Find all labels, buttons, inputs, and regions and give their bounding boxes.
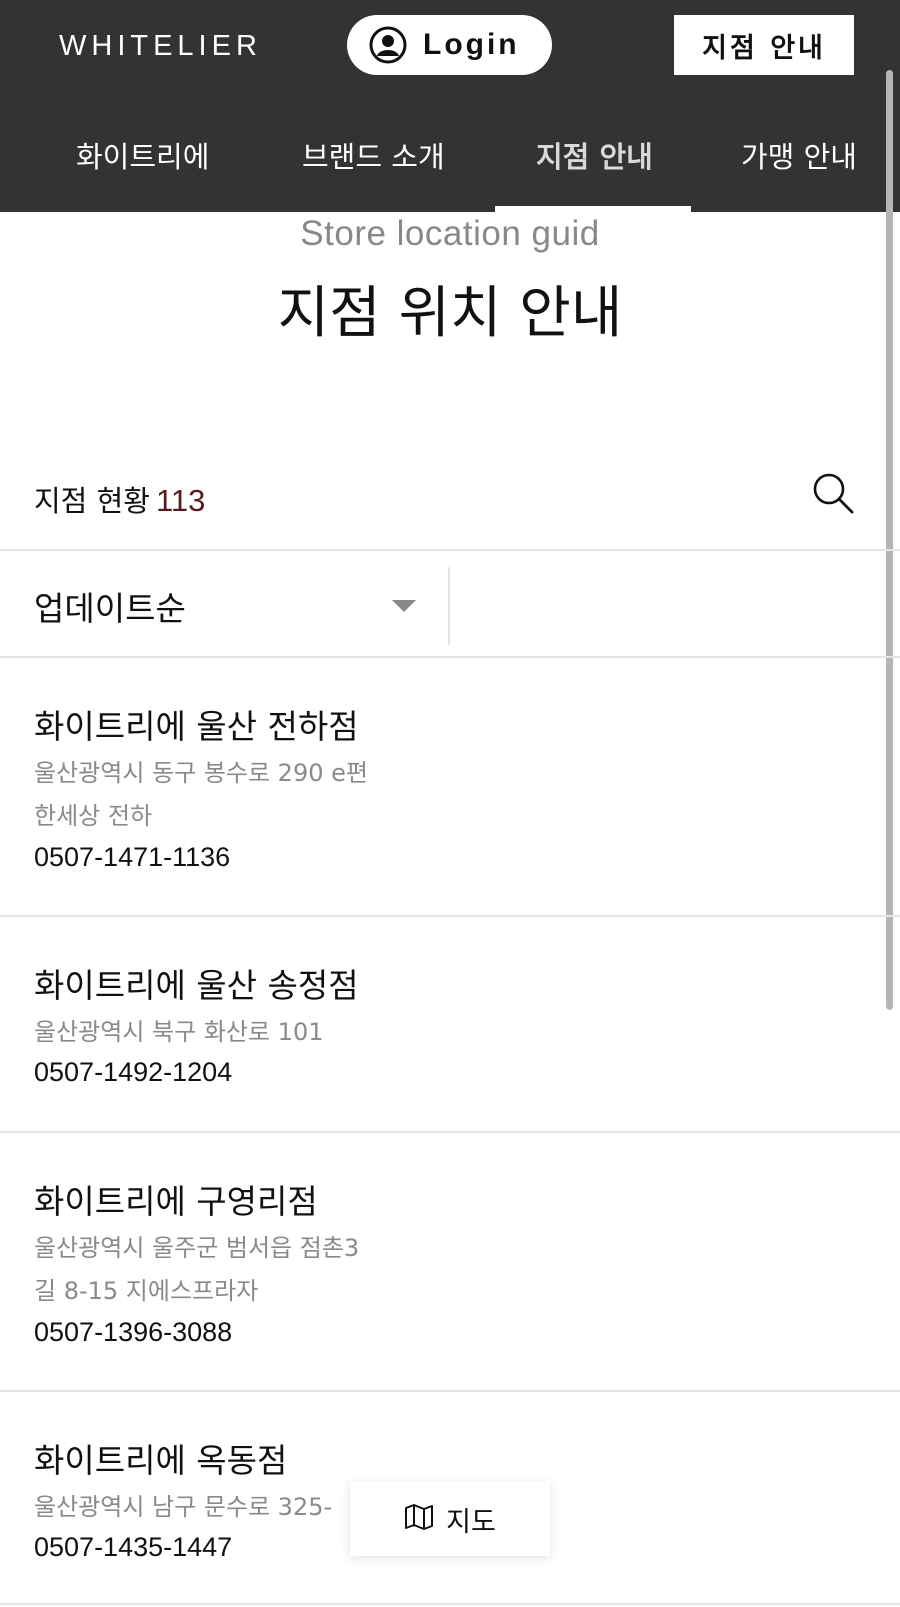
sort-select[interactable]: 업데이트순 xyxy=(0,552,450,656)
store-address: 울산광역시 동구 봉수로 290 e편 한세상 전하 xyxy=(34,752,404,838)
nav-item-franchise[interactable]: 가맹 안내 xyxy=(741,134,857,176)
store-list-item[interactable]: 화이트리에 울산 송정점 울산광역시 북구 화산로 101 0507-1492-… xyxy=(0,917,900,1131)
store-name: 화이트리에 울산 전하점 xyxy=(34,707,359,746)
store-guide-button[interactable]: 지점 안내 xyxy=(674,15,854,75)
store-address-line: 울산광역시 남구 문수로 325- xyxy=(34,1493,333,1521)
store-name: 화이트리에 구영리점 xyxy=(34,1182,318,1221)
store-address: 울산광역시 남구 문수로 325- xyxy=(34,1486,404,1529)
store-address-line: 울산광역시 울주군 범서읍 점촌3 xyxy=(34,1234,360,1262)
store-phone[interactable]: 0507-1435-1447 xyxy=(34,1532,232,1563)
divider xyxy=(0,1603,900,1605)
brand-logo[interactable]: WHITELIER xyxy=(59,30,262,63)
nav-active-indicator xyxy=(495,206,691,212)
header: WHITELIER Login 지점 안내 화이트리에 브랜드 소개 지점 안내… xyxy=(0,0,900,212)
store-name: 화이트리에 울산 송정점 xyxy=(34,966,359,1005)
store-count: 지점 현황 113 xyxy=(34,478,205,520)
sort-selected: 업데이트순 xyxy=(34,589,186,628)
store-address: 울산광역시 북구 화산로 101 xyxy=(34,1011,404,1054)
nav-item-brand[interactable]: 브랜드 소개 xyxy=(302,134,445,176)
page-title: 지점 위치 안내 xyxy=(277,281,623,346)
store-address-line: 울산광역시 북구 화산로 101 xyxy=(34,1018,324,1046)
login-label: Login xyxy=(423,28,520,61)
map-icon xyxy=(404,1503,434,1535)
nav-item-whitelier[interactable]: 화이트리에 xyxy=(76,134,209,176)
page: WHITELIER Login 지점 안내 화이트리에 브랜드 소개 지점 안내… xyxy=(0,0,900,1607)
store-phone[interactable]: 0507-1396-3088 xyxy=(34,1317,232,1348)
store-address-line: 길 8-15 지에스프라자 xyxy=(34,1277,259,1305)
login-button[interactable]: Login xyxy=(347,15,552,75)
store-address-line: 울산광역시 동구 봉수로 290 e편 xyxy=(34,759,368,787)
store-address-line: 한세상 전하 xyxy=(34,802,153,830)
store-list-item[interactable]: 화이트리에 울산 전하점 울산광역시 동구 봉수로 290 e편 한세상 전하 … xyxy=(0,658,900,916)
sort-divider xyxy=(448,567,450,645)
store-address: 울산광역시 울주군 범서읍 점촌3 길 8-15 지에스프라자 xyxy=(34,1227,404,1313)
store-phone[interactable]: 0507-1492-1204 xyxy=(34,1057,232,1088)
page-subtitle: Store location guid xyxy=(300,214,600,253)
store-count-label: 지점 현황 xyxy=(34,484,150,518)
caret-down-icon xyxy=(392,600,416,612)
store-name: 화이트리에 옥동점 xyxy=(34,1441,288,1480)
main-nav: 화이트리에 브랜드 소개 지점 안내 가맹 안내 xyxy=(0,108,900,212)
nav-item-stores[interactable]: 지점 안내 xyxy=(536,134,653,176)
search-icon[interactable] xyxy=(810,470,856,516)
divider xyxy=(0,549,900,551)
map-button-label: 지도 xyxy=(446,1506,496,1538)
store-phone[interactable]: 0507-1471-1136 xyxy=(34,842,230,873)
map-button[interactable]: 지도 xyxy=(350,1482,550,1556)
store-count-value: 113 xyxy=(155,483,206,518)
store-list-item[interactable]: 화이트리에 구영리점 울산광역시 울주군 범서읍 점촌3 길 8-15 지에스프… xyxy=(0,1133,900,1391)
user-circle-icon xyxy=(369,26,407,64)
